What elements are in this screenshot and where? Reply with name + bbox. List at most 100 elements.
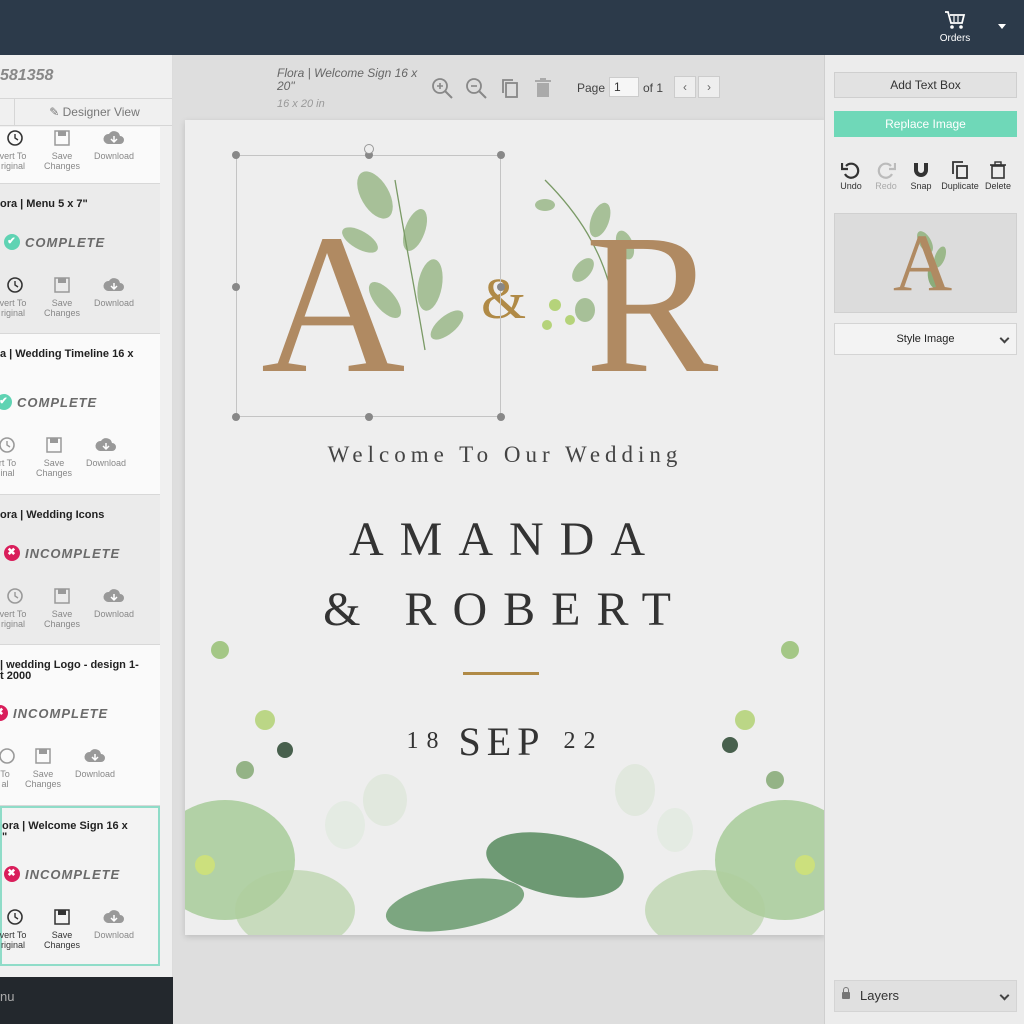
lock-icon <box>842 987 850 999</box>
history-icon <box>0 748 15 764</box>
download-button[interactable]: Download <box>89 276 139 308</box>
download-button[interactable]: Download <box>89 129 139 161</box>
save-icon <box>54 130 70 146</box>
save-changes-button[interactable]: Save Changes <box>18 747 68 789</box>
project-title: ora | Welcome Sign 16 x " <box>2 820 128 843</box>
tab-customer-view[interactable] <box>0 99 15 125</box>
selection-box[interactable] <box>236 155 501 417</box>
welcome-text[interactable]: Welcome To Our Wedding <box>185 442 825 468</box>
undo-icon <box>841 162 860 179</box>
duplicate-button[interactable]: Duplicate <box>940 161 980 191</box>
tab-designer-view[interactable]: ✎ Designer View <box>16 99 172 125</box>
resize-handle[interactable] <box>232 151 240 159</box>
resize-handle[interactable] <box>497 151 505 159</box>
revert-button[interactable]: vert To riginal <box>0 129 38 171</box>
resize-handle[interactable] <box>232 283 240 291</box>
cloud-download-icon <box>84 749 105 762</box>
rotate-handle[interactable] <box>364 144 374 154</box>
prev-page-button[interactable]: ‹ <box>674 76 696 98</box>
zoom-in-icon[interactable] <box>431 77 455 104</box>
revert-button[interactable]: vert To riginal <box>0 587 38 629</box>
history-icon <box>7 588 23 604</box>
save-changes-button[interactable]: Save Changes <box>29 436 79 478</box>
status-badge: ✖INCOMPLETE <box>0 705 108 721</box>
zoom-out-icon[interactable] <box>465 77 489 104</box>
history-icon <box>7 277 23 293</box>
page-number-input[interactable]: 1 <box>609 77 639 97</box>
gold-divider <box>463 672 539 675</box>
revert-button[interactable]: ert To ginal <box>0 436 30 478</box>
properties-panel: Add Text Box Replace Image Undo Redo Sna… <box>824 55 1024 1024</box>
menu-button[interactable]: nu <box>0 977 173 1024</box>
date-month: SEP <box>458 719 546 764</box>
document-size: 16 x 20 in <box>277 98 325 110</box>
project-title: ora | Wedding Icons <box>0 509 105 521</box>
image-preview: A <box>834 213 1017 313</box>
undo-button[interactable]: Undo <box>831 161 871 191</box>
orders-button[interactable]: Orders <box>930 10 980 44</box>
welcome-sign-artboard[interactable]: A & R Welcome To Our Wedding AMANDA & RO… <box>185 120 825 935</box>
add-text-box-button[interactable]: Add Text Box <box>834 72 1017 98</box>
designer-view-label: Designer View <box>62 105 140 119</box>
projects-sidebar: 581358 ✎ Designer View vert To riginal S… <box>0 55 173 977</box>
couple-name-line-1[interactable]: AMANDA <box>185 512 825 567</box>
next-page-button[interactable]: › <box>698 76 720 98</box>
revert-button[interactable]: vert To riginal <box>0 908 38 950</box>
replace-image-button[interactable]: Replace Image <box>834 111 1017 137</box>
chevron-down-icon <box>999 333 1010 344</box>
save-changes-button[interactable]: Save Changes <box>37 276 87 318</box>
snap-button[interactable]: Snap <box>901 161 941 191</box>
revert-button[interactable]: vert To riginal <box>0 276 38 318</box>
resize-handle[interactable] <box>497 283 505 291</box>
x-icon: ✖ <box>4 545 20 561</box>
check-icon: ✔ <box>4 234 20 250</box>
date-day: 18 <box>406 728 447 754</box>
copy-icon[interactable] <box>500 77 520 104</box>
project-title: a | Wedding Timeline 16 x <box>0 348 134 360</box>
canvas-workspace: Flora | Welcome Sign 16 x 20" 16 x 20 in… <box>173 55 825 1024</box>
cloud-download-icon <box>95 438 116 451</box>
status-badge: ✔ COMPLETE <box>0 394 97 410</box>
project-card[interactable]: ora | Wedding Icons ✖ INCOMPLETE vert To … <box>0 495 160 645</box>
page-label: Page <box>577 81 606 95</box>
x-icon: ✖ <box>4 866 20 882</box>
wedding-date[interactable]: 18 SEP 22 <box>185 718 825 765</box>
project-card-selected[interactable]: ora | Welcome Sign 16 x " ✖ INCOMPLETE ve… <box>0 806 160 966</box>
project-card[interactable]: ora | Menu 5 x 7" ✔ COMPLETE vert To rigi… <box>0 184 160 334</box>
style-image-dropdown[interactable]: Style Image <box>834 323 1017 355</box>
download-button[interactable]: Download <box>81 436 131 468</box>
cloud-download-icon <box>103 278 124 291</box>
save-changes-button[interactable]: Save Changes <box>37 908 87 950</box>
date-year: 22 <box>563 728 604 754</box>
download-button[interactable]: Download <box>70 747 120 779</box>
layers-panel-toggle[interactable]: Layers <box>834 980 1017 1012</box>
download-button[interactable]: Download <box>89 908 139 940</box>
pencil-icon: ✎ <box>49 105 60 119</box>
redo-button[interactable]: Redo <box>866 161 906 191</box>
cart-icon <box>945 11 966 29</box>
delete-button[interactable]: Delete <box>978 161 1018 191</box>
save-icon <box>54 277 70 293</box>
project-card[interactable]: vert To riginal Save Changes Download <box>0 127 160 184</box>
couple-name-line-2[interactable]: & ROBERT <box>185 582 825 637</box>
resize-handle[interactable] <box>497 413 505 421</box>
history-icon <box>7 909 23 925</box>
monogram-letter-r[interactable]: R <box>585 205 718 405</box>
trash-icon[interactable] <box>534 77 552 104</box>
redo-icon <box>877 162 896 179</box>
download-button[interactable]: Download <box>89 587 139 619</box>
resize-handle[interactable] <box>365 413 373 421</box>
project-card[interactable]: a | Wedding Timeline 16 x ✔COMPLETE ert … <box>0 334 160 495</box>
project-title: | wedding Logo - design 1- t 2000 <box>0 659 139 682</box>
check-icon: ✔ <box>0 394 12 410</box>
save-changes-button[interactable]: Save Changes <box>37 129 87 171</box>
view-tabs: ✎ Designer View <box>0 98 172 126</box>
save-icon <box>54 909 70 925</box>
save-icon <box>35 748 51 764</box>
save-changes-button[interactable]: Save Changes <box>37 587 87 629</box>
resize-handle[interactable] <box>232 413 240 421</box>
orders-dropdown-icon[interactable] <box>998 24 1006 29</box>
preview-letter: A <box>893 217 953 308</box>
project-card[interactable]: | wedding Logo - design 1- t 2000 ✖INCOM… <box>0 645 160 806</box>
cloud-download-icon <box>103 589 124 602</box>
